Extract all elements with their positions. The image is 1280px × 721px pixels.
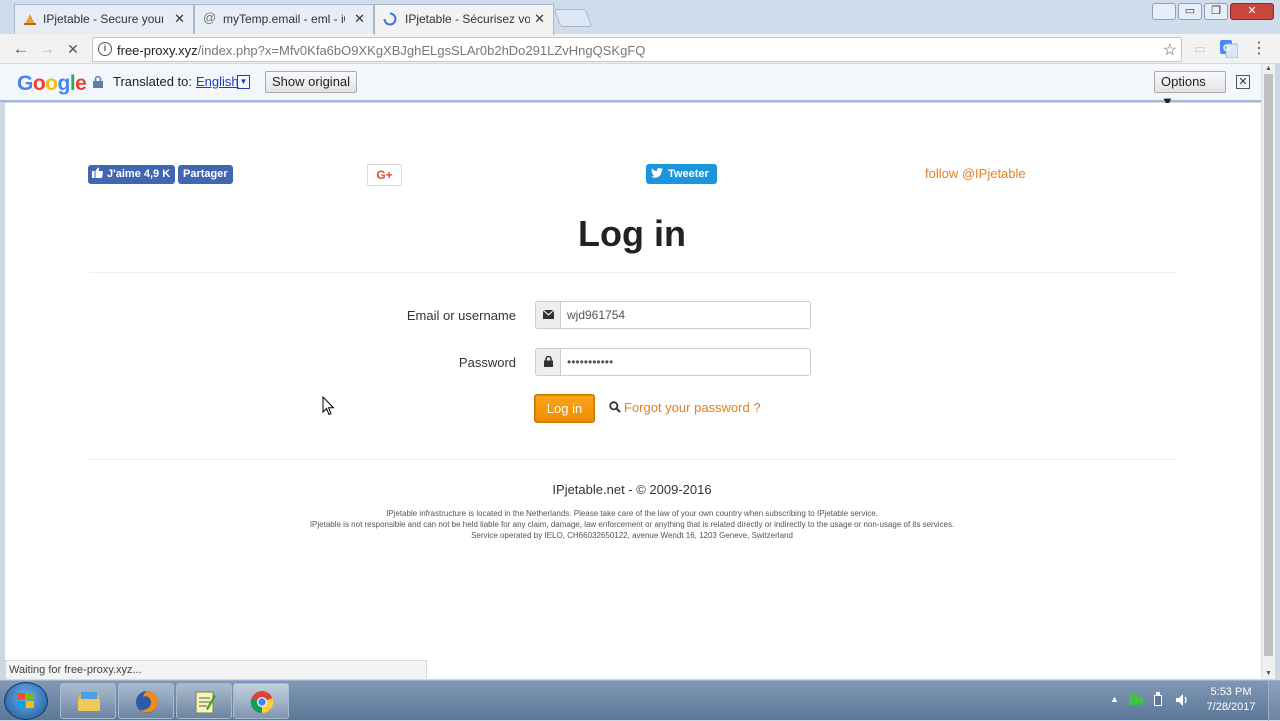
info-icon[interactable]: i: [98, 42, 112, 56]
tab-close-icon[interactable]: ✕: [354, 11, 365, 27]
svg-text:G: G: [1223, 43, 1230, 53]
stop-loading-icon[interactable]: ✕: [62, 38, 84, 60]
page-content: J'aime 4,9 K Partager G+ Tweeter follow …: [5, 103, 1261, 679]
url-text[interactable]: free-proxy.xyz/index.php?x=Mfv0Kfa6bO9XK…: [117, 43, 645, 58]
scroll-down-icon[interactable]: ▼: [1265, 670, 1272, 677]
vertical-scrollbar[interactable]: ▲ ▼: [1261, 64, 1275, 679]
back-arrow-icon[interactable]: ←: [10, 38, 32, 60]
windows-taskbar: ▲ 5:53 PM 7/28/2017: [0, 680, 1280, 721]
envelope-icon: [536, 302, 561, 328]
footer-line: IPjetable is not responsible and can not…: [309, 520, 955, 529]
options-button[interactable]: Options ▼: [1154, 71, 1226, 109]
thumbs-up-icon: [92, 167, 103, 178]
show-original-button[interactable]: Show original: [265, 71, 358, 93]
divider: [89, 272, 1176, 273]
footer-line: Service operated by IELO, CH66032650122,…: [471, 531, 793, 540]
scroll-up-icon[interactable]: ▲: [1265, 65, 1272, 72]
tab-ipjetable-secure[interactable]: IPjetable - Secure your In ✕: [14, 4, 194, 34]
power-plug-icon[interactable]: [1151, 692, 1165, 708]
copyright-text: IPjetable.net - © 2009-2016: [552, 482, 712, 497]
mouse-cursor-icon: [322, 396, 335, 416]
google-logo: Google: [17, 72, 87, 95]
windows-logo-icon: [17, 693, 34, 708]
start-button[interactable]: [4, 682, 48, 720]
speaker-volume-icon[interactable]: [1175, 693, 1191, 707]
at-sign-icon: @: [203, 10, 217, 25]
chevron-down-icon[interactable]: ▼: [237, 75, 250, 89]
follow-link[interactable]: follow @IPjetable: [925, 166, 1026, 181]
tab-close-icon[interactable]: ✕: [534, 11, 545, 27]
clock-time: 5:53 PM: [1210, 686, 1252, 698]
twitter-bird-icon: [651, 168, 663, 178]
password-field[interactable]: [562, 349, 810, 375]
password-input-group: [535, 348, 811, 376]
lock-icon: [536, 349, 561, 375]
close-window-button[interactable]: ✕: [1230, 3, 1274, 20]
language-select[interactable]: English: [196, 74, 239, 89]
lock-icon: [93, 76, 103, 88]
tab-title: myTemp.email - eml - i0: [223, 12, 345, 26]
facebook-like-button[interactable]: J'aime 4,9 K: [88, 165, 176, 184]
tab-close-icon[interactable]: ✕: [174, 11, 185, 27]
new-tab-button[interactable]: [553, 9, 593, 27]
facebook-share-button[interactable]: Partager: [178, 165, 233, 184]
google-plus-button[interactable]: G+: [367, 164, 402, 186]
system-clock[interactable]: 5:53 PM 7/28/2017: [1198, 685, 1264, 715]
menu-kebab-icon[interactable]: ⋮: [1248, 38, 1270, 60]
user-profile-button[interactable]: [1152, 3, 1176, 20]
show-desktop-button[interactable]: [1268, 681, 1280, 721]
tweet-button[interactable]: Tweeter: [646, 164, 717, 184]
google-translate-icon[interactable]: G: [1218, 38, 1240, 60]
footer-line: IPjetable infrastructure is located in t…: [386, 509, 878, 518]
minimize-button[interactable]: ▭: [1178, 3, 1202, 20]
show-hidden-icons-icon[interactable]: ▲: [1110, 694, 1119, 704]
scrollbar-thumb[interactable]: [1264, 74, 1273, 656]
loading-spinner-icon: [383, 12, 397, 26]
page-title: Log in: [578, 213, 686, 254]
forward-arrow-icon[interactable]: →: [36, 38, 58, 60]
email-input-group: [535, 301, 811, 329]
folder-icon: [78, 692, 100, 711]
clock-date: 7/28/2017: [1206, 701, 1256, 713]
tab-title: IPjetable - Sécurisez votr: [405, 12, 530, 26]
browser-toolbar: ← → ✕ i free-proxy.xyz/index.php?x=Mfv0K…: [0, 34, 1280, 64]
login-button[interactable]: Log in: [534, 394, 595, 423]
address-bar[interactable]: i free-proxy.xyz/index.php?x=Mfv0Kfa6bO9…: [92, 37, 1182, 62]
cast-icon[interactable]: ▭: [1189, 38, 1211, 60]
search-icon: [609, 401, 621, 413]
notepad-icon: [195, 691, 216, 714]
tab-ipjetable-securisez[interactable]: IPjetable - Sécurisez votr ✕: [374, 4, 554, 35]
translated-to-label: Translated to:: [113, 74, 193, 89]
close-translate-bar-icon[interactable]: ✕: [1236, 75, 1250, 89]
camera-recorder-icon[interactable]: [1128, 692, 1144, 708]
taskbar-notepad[interactable]: [176, 683, 232, 719]
translate-bar: Google Translated to: English ▼ Show ori…: [0, 64, 1262, 109]
tab-title: IPjetable - Secure your In: [43, 12, 163, 26]
taskbar-chrome[interactable]: [233, 683, 289, 719]
taskbar-firefox[interactable]: [118, 683, 174, 719]
restore-button[interactable]: ❐: [1204, 3, 1228, 20]
firefox-icon: [136, 691, 158, 713]
email-label: Email or username: [406, 308, 516, 323]
divider: [89, 459, 1176, 460]
email-field[interactable]: [562, 302, 810, 328]
window-controls: ▭ ❐ ✕: [1152, 3, 1274, 20]
tab-strip: IPjetable - Secure your In ✕ @ myTemp.em…: [0, 0, 1280, 35]
password-label: Password: [458, 355, 516, 370]
ipjetable-favicon-icon: [24, 14, 36, 25]
taskbar-file-explorer[interactable]: [60, 683, 116, 719]
status-bubble: Waiting for free-proxy.xyz...: [5, 660, 427, 680]
chrome-icon: [250, 691, 274, 714]
tab-mytemp-email[interactable]: @ myTemp.email - eml - i0 ✕: [194, 4, 374, 34]
bookmark-star-icon[interactable]: ☆: [1163, 40, 1177, 60]
forgot-password-link[interactable]: Forgot your password ?: [624, 400, 761, 415]
